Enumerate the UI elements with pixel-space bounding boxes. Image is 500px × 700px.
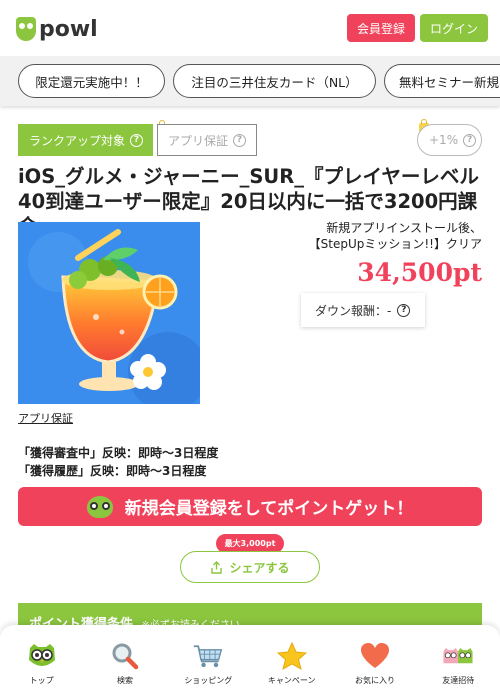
tab-free-seminar[interactable]: 無料セミナー新規: [384, 64, 500, 98]
owl-logo-icon: [16, 17, 36, 41]
friends-icon: [442, 641, 474, 671]
nav-label: 検索: [116, 676, 133, 685]
star-icon: [276, 641, 308, 671]
nav-item-shopping[interactable]: ショッピング: [167, 625, 250, 700]
rank-up-badge: ランクアップ対象 ?: [18, 124, 153, 156]
condition-line-1: 新規アプリインストール後、: [326, 221, 482, 235]
offer-condition: 新規アプリインストール後、 【StepUpミッション!!】クリア: [300, 220, 482, 252]
condition-line-2: 【StepUpミッション!!】クリア: [308, 237, 482, 251]
tab-limited-return[interactable]: 限定還元実施中！！: [18, 64, 165, 98]
bottom-nav: トップ 検索 ショッピング キャンペーン お気に入り 友達招待: [0, 625, 500, 700]
reward-points: 34,500pt: [357, 258, 482, 287]
login-button[interactable]: ログイン: [420, 14, 488, 42]
tab-mitsui-card[interactable]: 注目の三井住友カード（NL）: [173, 64, 376, 98]
search-icon: [109, 641, 141, 671]
share-label: シェアする: [229, 560, 290, 575]
help-icon[interactable]: ?: [130, 133, 144, 147]
owl-icon: [86, 495, 113, 518]
app-guarantee-badge: アプリ保証 ?: [157, 124, 257, 156]
nav-label: お気に入り: [354, 676, 395, 685]
register-cta-button[interactable]: 新規会員登録をしてポイントゲット！: [18, 487, 482, 526]
nav-item-search[interactable]: 検索: [83, 625, 166, 700]
app-guarantee-link[interactable]: アプリ保証: [18, 410, 73, 426]
nav-item-favorites[interactable]: お気に入り: [333, 625, 416, 700]
nav-label: ショッピング: [184, 676, 233, 685]
share-icon: [211, 560, 223, 574]
nav-item-top[interactable]: トップ: [0, 625, 83, 700]
powl-logo[interactable]: powl: [16, 16, 98, 42]
app-thumbnail: [18, 222, 200, 404]
bonus-rate-badge: +1% ?: [417, 124, 482, 156]
rank-up-label: ランクアップ対象: [29, 133, 126, 148]
nav-label: 友達招待: [442, 676, 475, 685]
cart-icon: [192, 641, 224, 671]
nav-label: トップ: [29, 676, 54, 685]
nav-label: キャンペーン: [267, 676, 316, 685]
owl-icon: [26, 641, 58, 671]
nav-item-invite[interactable]: 友達招待: [417, 625, 500, 700]
share-button[interactable]: シェアする: [180, 551, 320, 583]
down-reward-box: ダウン報酬：- ?: [301, 293, 425, 327]
cta-label: 新規会員登録をしてポイントゲット！: [124, 499, 414, 519]
register-button[interactable]: 会員登録: [347, 14, 415, 42]
reflect-info: 「獲得審査中」反映：即時～3日程度 「獲得履歴」反映：即時～3日程度: [18, 444, 218, 480]
help-icon[interactable]: ?: [397, 303, 411, 317]
bonus-rate-label: +1%: [429, 133, 459, 147]
header: powl 会員登録 ログイン: [0, 0, 500, 56]
campaign-tabbar: 限定還元実施中！！ 注目の三井住友カード（NL） 無料セミナー新規: [0, 56, 500, 106]
help-icon[interactable]: ?: [463, 133, 477, 147]
app-guarantee-label: アプリ保証: [168, 133, 229, 148]
reflect-history: 「獲得履歴」反映：即時～3日程度: [18, 464, 207, 478]
logo-text: powl: [39, 16, 98, 42]
drink-illustration-icon: [18, 222, 200, 404]
reflect-pending: 「獲得審査中」反映：即時～3日程度: [18, 446, 219, 460]
down-reward-label: ダウン報酬：-: [315, 303, 392, 318]
help-icon[interactable]: ?: [233, 133, 247, 147]
heart-icon: [359, 641, 391, 671]
nav-item-campaign[interactable]: キャンペーン: [250, 625, 333, 700]
